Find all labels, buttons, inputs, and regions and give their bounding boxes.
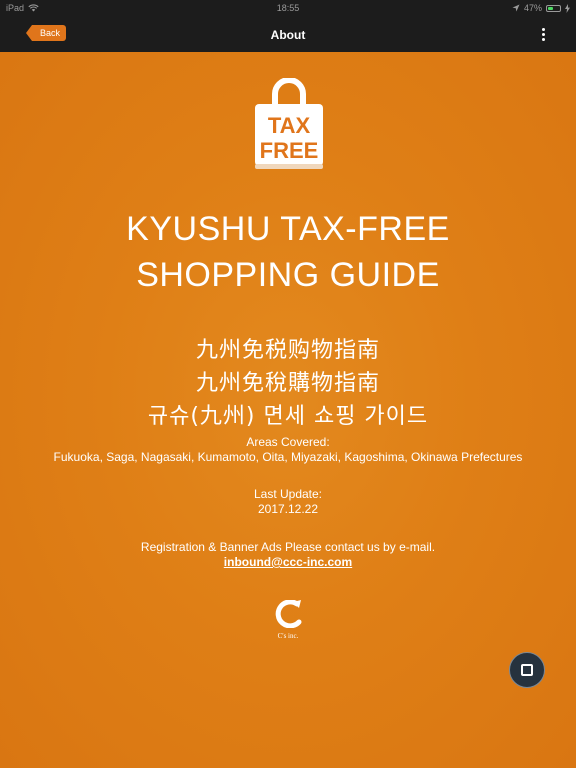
logo-text-tax: TAX: [268, 113, 311, 138]
company-c-logo-icon: [275, 600, 302, 628]
status-time: 18:55: [276, 3, 300, 13]
title-korean: 규슈(九州) 면세 쇼핑 가이드: [147, 404, 429, 429]
menu-dot: [541, 37, 545, 41]
title-simplified-chinese: 九州免税购物指南: [195, 338, 380, 363]
title-traditional-chinese: 九州免稅購物指南: [195, 371, 380, 396]
last-update-label: Last Update:: [253, 487, 323, 501]
page-title: About: [270, 28, 306, 42]
battery-percent: 47%: [523, 3, 542, 13]
contact-email-link[interactable]: inbound@ccc-inc.com: [0, 554, 576, 570]
about-screen: iPad 18:55 47% Back About TAX FREE KYUSH…: [0, 0, 576, 768]
menu-dot: [541, 32, 545, 36]
stop-square-button[interactable]: [509, 652, 545, 688]
about-content: TAX FREE KYUSHU TAX-FREE SHOPPING GUIDE …: [0, 52, 576, 768]
shopping-bag-icon: TAX FREE: [255, 78, 323, 169]
battery-fill: [548, 6, 553, 10]
last-update-date: 2017.12.22: [257, 502, 319, 516]
company-label: C's inc.: [277, 632, 299, 640]
more-vertical-icon[interactable]: [538, 25, 548, 43]
guide-title-line-1: KYUSHU TAX-FREE: [126, 210, 450, 248]
contact-text: Registration & Banner Ads Please contact…: [140, 540, 436, 554]
stop-square-icon: [521, 664, 533, 676]
guide-title-line-2: SHOPPING GUIDE: [136, 256, 440, 294]
location-arrow-icon: [512, 4, 520, 12]
areas-label: Areas Covered:: [246, 435, 330, 449]
menu-dot: [541, 27, 545, 31]
battery-icon: [546, 4, 561, 12]
areas-list: Fukuoka, Saga, Nagasaki, Kumamoto, Oita,…: [53, 450, 523, 464]
status-right: 47%: [512, 0, 570, 16]
logo-text-free: FREE: [260, 138, 319, 163]
charging-bolt-icon: [565, 3, 570, 13]
navigation-bar: Back About: [0, 16, 576, 52]
status-bar: iPad 18:55 47%: [0, 0, 576, 16]
